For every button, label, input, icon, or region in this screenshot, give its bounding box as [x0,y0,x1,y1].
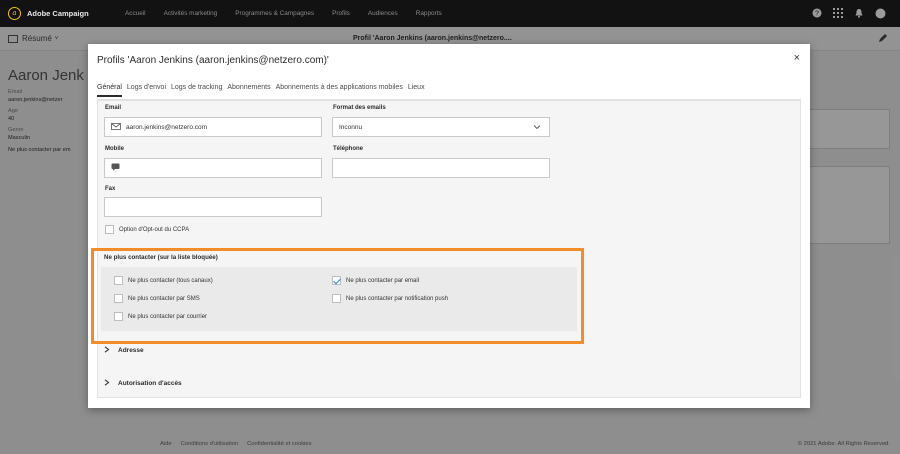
fax-field[interactable] [104,197,322,217]
main-nav: Accueil Activités marketing Programmes &… [108,10,442,17]
mobile-label: Mobile [105,146,124,152]
tab-logs-tracking[interactable]: Logs de tracking [171,84,222,97]
adobe-campaign-logo-icon: a [8,7,21,20]
ccpa-label: Option d'Opt-out du CCPA [119,226,190,233]
email-value: aaron.jenkins@netzero.com [126,123,208,131]
dialog-tabs: Général Logs d'envoi Logs de tracking Ab… [97,84,430,97]
top-navigation-bar: a Adobe Campaign Accueil Activités marke… [0,0,900,27]
tab-abonnements-mobiles[interactable]: Abonnements à des applications mobiles [276,84,403,97]
footer-copyright: © 2021 Adobe. All Rights Reserved. [797,440,890,447]
section-adresse-label: Adresse [118,347,144,354]
email-format-select[interactable]: Inconnu [332,117,550,137]
tab-general[interactable]: Général [97,84,122,97]
email-field[interactable]: aaron.jenkins@netzero.com [104,117,322,137]
sms-icon [111,163,120,173]
section-autorisation-label: Autorisation d'accès [118,380,182,387]
user-avatar-icon[interactable] [874,7,886,19]
apps-grid-icon[interactable] [832,7,844,19]
section-autorisation-acces[interactable]: Autorisation d'accès [104,379,182,388]
phone-label: Téléphone [333,146,364,152]
nav-item-rapports[interactable]: Rapports [416,10,442,17]
chevron-right-icon [104,346,110,355]
bell-icon[interactable] [853,7,865,19]
help-icon[interactable]: ? [811,7,823,19]
email-format-label: Format des emails [333,105,386,111]
nav-item-activites-marketing[interactable]: Activités marketing [164,10,218,17]
nav-item-audiences[interactable]: Audiences [368,10,398,17]
app-logo[interactable]: a Adobe Campaign [0,7,108,20]
footer-link-terms[interactable]: Conditions d'utilisation [181,441,239,447]
email-label: Email [105,105,122,111]
footer-link-privacy[interactable]: Confidentialité et cookies [247,441,311,447]
dialog-title: Profils 'Aaron Jenkins (aaron.jenkins@ne… [97,55,329,66]
footer-link-help[interactable]: Aide [160,441,172,447]
nav-item-accueil[interactable]: Accueil [125,10,146,17]
footer-links: Aide Conditions d'utilisation Confidenti… [160,441,321,447]
chevron-down-icon [533,123,541,132]
envelope-icon [111,122,121,132]
mobile-field[interactable] [104,158,322,178]
ccpa-optout-checkbox[interactable]: Option d'Opt-out du CCPA [105,225,189,234]
profile-dialog: Profils 'Aaron Jenkins (aaron.jenkins@ne… [88,44,810,408]
email-format-value: Inconnu [339,123,363,131]
nav-item-programmes-campagnes[interactable]: Programmes & Campagnes [235,10,314,17]
top-icons: ? [802,7,886,19]
tab-lieux[interactable]: Lieux [408,84,425,97]
app-name: Adobe Campaign [27,9,89,18]
highlight-frame [91,248,584,344]
tab-logs-envoi[interactable]: Logs d'envoi [127,84,166,97]
ccpa-checkbox-box[interactable] [105,225,114,234]
svg-text:?: ? [815,11,819,18]
chevron-right-icon [104,379,110,388]
fax-label: Fax [105,186,116,192]
nav-item-profils[interactable]: Profils [332,10,350,17]
tab-abonnements[interactable]: Abonnements [227,84,270,97]
section-adresse[interactable]: Adresse [104,346,144,355]
page-footer: Aide Conditions d'utilisation Confidenti… [0,433,900,454]
close-icon[interactable]: × [794,52,800,64]
phone-field[interactable] [332,158,550,178]
